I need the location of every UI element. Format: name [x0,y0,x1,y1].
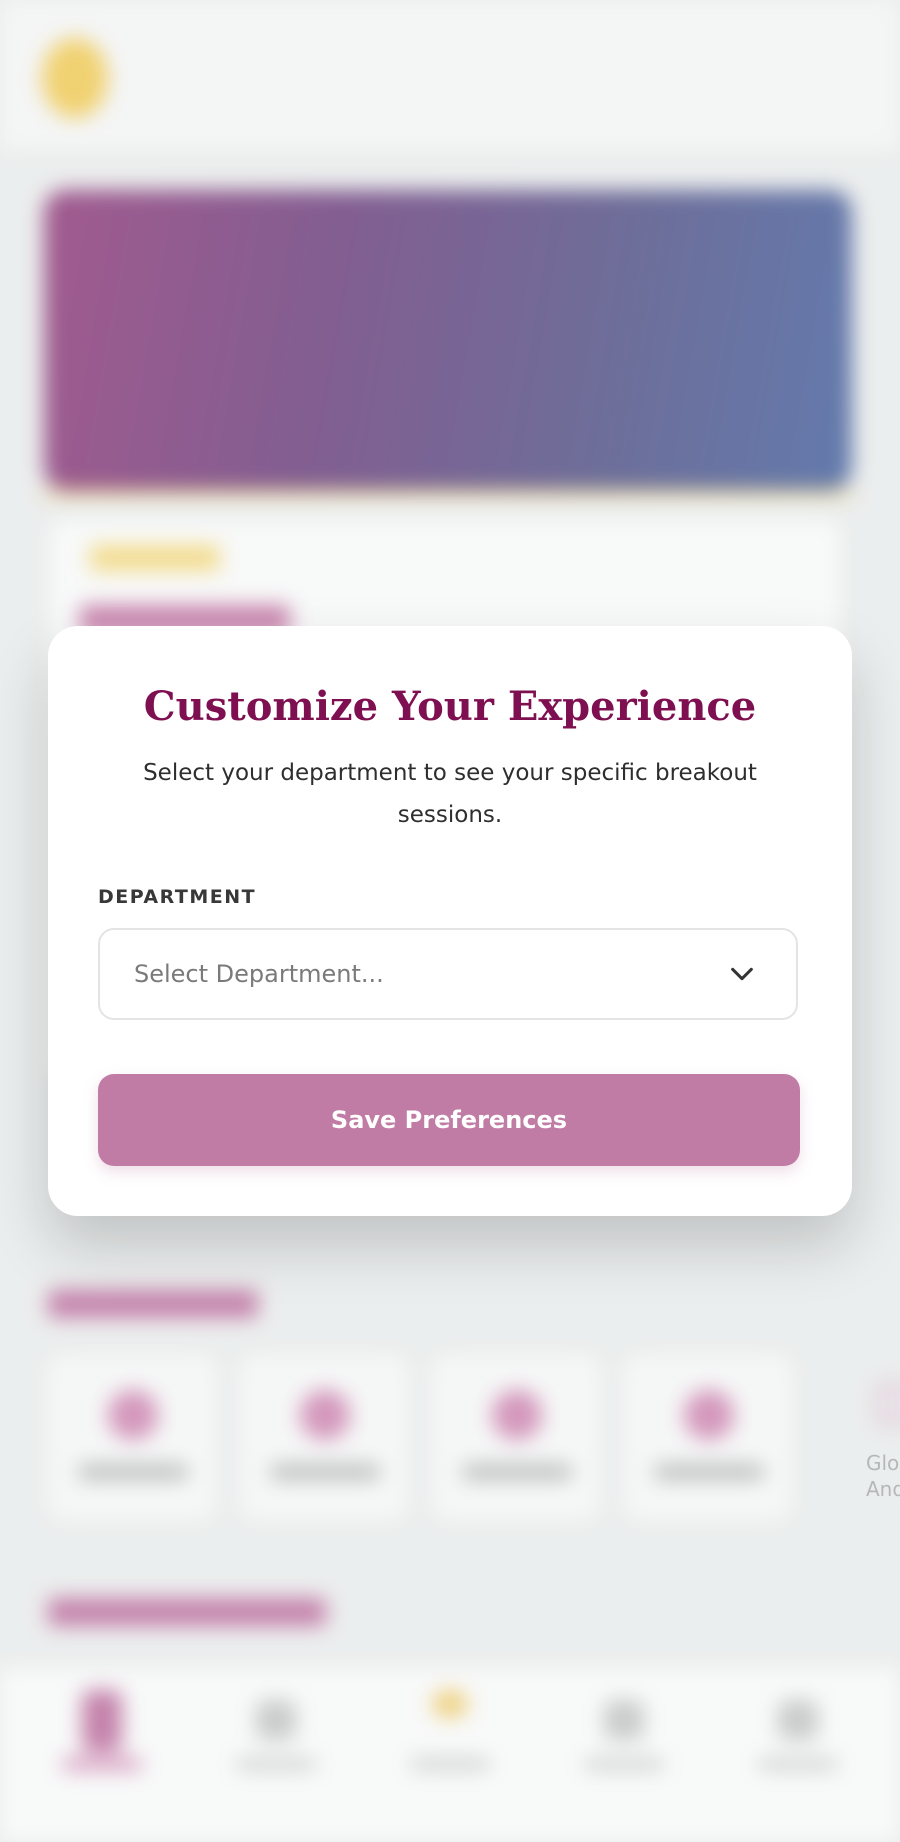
modal-title: Customize Your Experience [143,683,757,730]
preferences-modal: Customize Your Experience Select your de… [48,626,852,1216]
save-preferences-button[interactable]: Save Preferences [98,1074,800,1166]
modal-description: Select your department to see your speci… [143,760,757,828]
department-select[interactable]: Select Department... [98,928,798,1020]
chevron-down-icon [731,967,753,981]
department-select-value: Select Department... [134,960,384,988]
app-screen: Glo And Customize Your Experience Select… [0,0,900,1842]
department-label: DEPARTMENT [98,886,257,908]
